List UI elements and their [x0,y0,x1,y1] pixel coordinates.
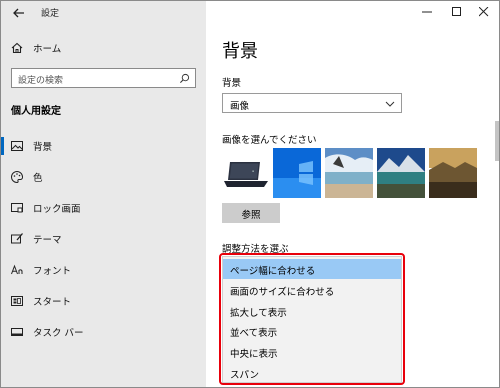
sidebar-item-theme[interactable]: テーマ [1,226,206,252]
maximize-button[interactable] [442,1,472,23]
lock-screen-icon [11,203,23,213]
sidebar-item-label: タスク バー [33,328,84,339]
sidebar-item-start[interactable]: スタート [1,288,206,314]
back-arrow-icon[interactable] [11,5,27,21]
scrollbar[interactable] [495,121,499,161]
svg-text:▪: ▪ [252,169,254,173]
settings-window: 設定 ホーム 設定の検索 個人用設定 背景 色 ロック画面 テーマ フォント ス… [0,0,500,388]
sidebar-item-label: 色 [33,173,43,184]
background-type-value: 画像 [230,101,250,112]
maximize-icon [452,7,461,16]
palette-icon [11,170,23,184]
taskbar-icon [11,328,23,336]
sidebar-item-label: テーマ [33,235,62,246]
background-type-select[interactable]: 画像 [222,93,402,113]
sidebar-item-label: 背景 [33,142,53,153]
page-title: 背景 [222,41,258,62]
close-button[interactable] [469,1,499,23]
sidebar-item-label: フォント [33,266,72,277]
font-icon [11,264,23,275]
sidebar: 設定 ホーム 設定の検索 個人用設定 背景 色 ロック画面 テーマ フォント ス… [1,1,206,387]
app-title: 設定 [41,9,60,19]
thumbnail-rocky-landscape[interactable] [429,148,477,198]
background-label: 背景 [222,78,242,89]
search-icon [179,73,190,84]
sidebar-item-label: ホーム [33,44,62,55]
minimize-icon [422,11,432,13]
sidebar-item-taskbar[interactable]: タスク バー [1,319,206,345]
title-bar: 設定 [1,1,206,25]
sidebar-item-home[interactable]: ホーム [1,35,206,61]
close-icon [479,7,489,17]
picture-icon [11,141,23,151]
thumbnail-mountain-lake[interactable] [377,148,425,198]
search-placeholder: 設定の検索 [18,76,64,86]
search-input[interactable]: 設定の検索 [11,68,196,88]
minimize-button[interactable] [412,1,442,23]
sidebar-item-color[interactable]: 色 [1,164,206,190]
sidebar-item-background[interactable]: 背景 [1,133,206,159]
chevron-down-icon [385,101,395,107]
sidebar-item-label: スタート [33,297,72,308]
start-grid-icon [11,296,23,306]
theme-brush-icon [11,233,23,244]
section-title: 個人用設定 [11,106,61,117]
sidebar-item-font[interactable]: フォント [1,257,206,283]
browse-button-label: 参照 [241,210,261,221]
highlight-box [219,253,405,385]
thumbnail-beach[interactable] [325,148,373,198]
browse-button[interactable]: 参照 [222,203,280,223]
sidebar-item-label: ロック画面 [33,204,81,215]
thumbnail-windows[interactable] [273,148,321,198]
home-icon [11,42,23,54]
main-panel: 背景 背景 画像 画像を選んでください ▪ 参照 調整方法を選ぶ ページ幅に合わ… [206,1,499,387]
sidebar-item-lock-screen[interactable]: ロック画面 [1,195,206,221]
thumbnail-laptop[interactable]: ▪ [222,148,270,198]
choose-picture-label: 画像を選んでください [222,135,317,146]
